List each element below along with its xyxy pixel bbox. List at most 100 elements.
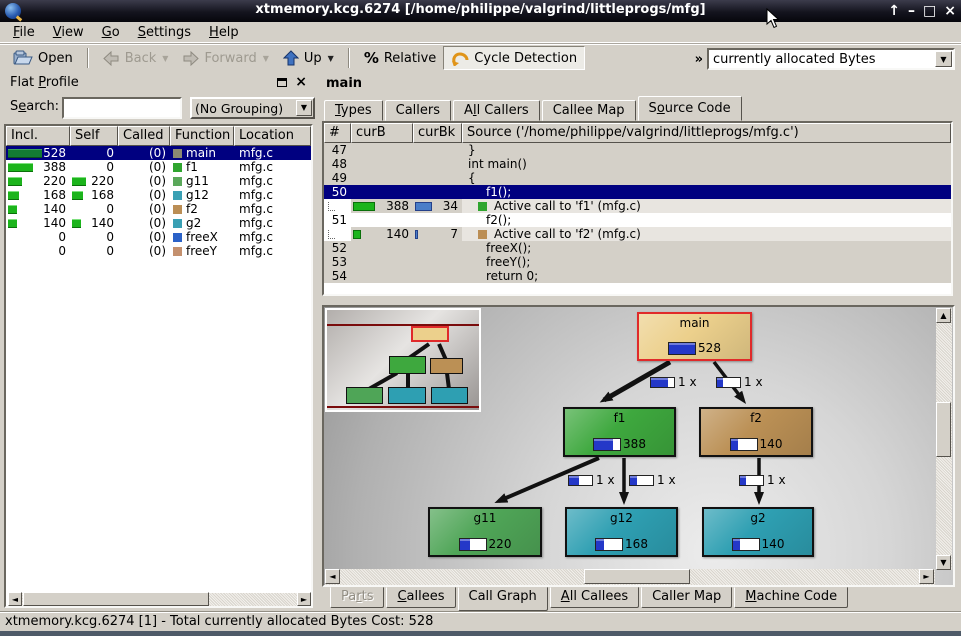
forward-button[interactable]: Forward ▼ — [175, 46, 275, 70]
up-dropdown-icon[interactable]: ▼ — [328, 54, 334, 63]
column-header-function[interactable]: Function — [170, 126, 234, 146]
graph-vscrollbar[interactable]: ▲ ▼ — [936, 308, 952, 570]
menu-help[interactable]: Help — [200, 24, 248, 41]
title-bar[interactable]: xtmemory.kcg.6274 [/home/philippe/valgri… — [0, 0, 961, 22]
source-line-row[interactable]: 51f2(); — [324, 213, 951, 227]
edge-call-count-label: 1 x — [650, 375, 697, 389]
incl-value: 220 — [43, 175, 70, 188]
flat-profile-row-f2[interactable]: 1400(0)f2mfg.c — [6, 202, 311, 216]
minimize-button[interactable]: – — [908, 1, 915, 21]
menu-file[interactable]: File — [4, 24, 44, 41]
tab-all-callees[interactable]: All Callees — [550, 587, 639, 608]
flat-profile-hscrollbar[interactable]: ◄ ► — [8, 593, 311, 606]
scrollbar-thumb[interactable] — [584, 569, 690, 584]
flat-profile-row-freeX[interactable]: 00(0)freeXmfg.c — [6, 230, 311, 244]
column-header-called[interactable]: Called — [118, 126, 170, 146]
node-cost-value: 140 — [762, 537, 785, 551]
source-line-row[interactable]: 50f1(); — [324, 185, 951, 199]
dock-titlebar[interactable]: Flat Profile × — [2, 72, 315, 94]
scroll-right-icon[interactable]: ► — [919, 569, 934, 584]
search-input[interactable] — [62, 97, 182, 119]
column-header-incl[interactable]: Incl. — [6, 126, 70, 146]
shade-button[interactable]: ↑ — [888, 1, 900, 21]
flat-profile-row-f1[interactable]: 3880(0)f1mfg.c — [6, 160, 311, 174]
tab-source-code[interactable]: Source Code — [638, 96, 742, 121]
tab-types[interactable]: Types — [324, 100, 383, 121]
source-line-row[interactable]: 53freeY(); — [324, 255, 951, 269]
tab-machine-code[interactable]: Machine Code — [734, 587, 848, 608]
chevron-down-icon[interactable]: ▼ — [296, 100, 312, 116]
graph-node-g2[interactable]: g2140 — [702, 507, 814, 557]
tab-callee-map[interactable]: Callee Map — [542, 100, 636, 121]
flat-profile-row-g11[interactable]: 220220(0)g11mfg.c — [6, 174, 311, 188]
close-button[interactable]: × — [944, 1, 956, 21]
source-column-header[interactable]: curB — [351, 123, 413, 143]
scroll-left-icon[interactable]: ◄ — [325, 569, 340, 584]
incl-cost-bar — [8, 191, 19, 200]
menu-view[interactable]: View — [44, 24, 93, 41]
edge-cost-bar-fill — [717, 378, 723, 387]
flat-profile-row-g12[interactable]: 168168(0)g12mfg.c — [6, 188, 311, 202]
open-button[interactable]: Open — [6, 46, 80, 70]
scrollbar-thumb[interactable] — [23, 592, 209, 606]
dock-float-icon[interactable] — [277, 78, 287, 87]
source-line-row[interactable]: 47} — [324, 143, 951, 157]
incl-value: 0 — [58, 231, 70, 244]
grouping-select[interactable]: (No Grouping) ▼ — [190, 97, 315, 119]
column-header-self[interactable]: Self — [70, 126, 118, 146]
toolbar-overflow-icon[interactable]: » — [695, 52, 703, 67]
scrollbar-thumb[interactable] — [936, 402, 951, 457]
back-dropdown-icon[interactable]: ▼ — [162, 54, 168, 63]
cycle-arrow-icon — [451, 51, 469, 66]
node-cost-value: 528 — [698, 341, 721, 355]
flat-profile-row-freeY[interactable]: 00(0)freeYmfg.c — [6, 244, 311, 258]
graph-overview-minimap[interactable] — [325, 308, 481, 412]
function-name: g12 — [186, 189, 209, 202]
tab-all-callers[interactable]: All Callers — [453, 100, 540, 121]
back-button[interactable]: Back ▼ — [96, 46, 176, 70]
node-cost-row: 140 — [704, 537, 812, 551]
window-title: xtmemory.kcg.6274 [/home/philippe/valgri… — [0, 2, 961, 17]
tab-parts[interactable]: Parts — [330, 587, 384, 608]
graph-node-g11[interactable]: g11220 — [428, 507, 542, 557]
relative-button[interactable]: % Relative — [357, 46, 443, 70]
tab-caller-map[interactable]: Caller Map — [641, 587, 732, 608]
scroll-up-icon[interactable]: ▲ — [936, 308, 951, 323]
event-type-select[interactable]: currently allocated Bytes ▼ — [707, 48, 955, 70]
up-button[interactable]: Up ▼ — [276, 46, 341, 70]
source-call-row[interactable]: 38834Active call to 'f1' (mfg.c) — [324, 199, 951, 213]
graph-node-f2[interactable]: f2140 — [699, 407, 813, 457]
menu-go[interactable]: Go — [93, 24, 129, 41]
flat-profile-row-main[interactable]: 5280(0)mainmfg.c — [6, 146, 311, 160]
call-graph-panel[interactable]: main528f1388f2140g11220g12168g21401 x1 x… — [322, 305, 955, 587]
source-column-header[interactable]: curBk — [413, 123, 462, 143]
source-line-row[interactable]: 54return 0; — [324, 269, 951, 283]
graph-hscrollbar[interactable]: ◄ ► — [325, 569, 935, 585]
tab-callers[interactable]: Callers — [385, 100, 451, 121]
scroll-down-icon[interactable]: ▼ — [936, 555, 951, 570]
dock-close-icon[interactable]: × — [295, 74, 307, 90]
panel-splitter[interactable] — [315, 72, 322, 608]
source-line-row[interactable]: 52freeX(); — [324, 241, 951, 255]
scroll-left-icon[interactable]: ◄ — [8, 592, 22, 606]
maximize-button[interactable]: □ — [923, 1, 936, 21]
flat-profile-row-g2[interactable]: 140140(0)g2mfg.c — [6, 216, 311, 230]
node-cost-bar-fill — [460, 539, 471, 550]
forward-dropdown-icon[interactable]: ▼ — [263, 54, 269, 63]
scroll-right-icon[interactable]: ► — [297, 592, 311, 606]
tab-call-graph[interactable]: Call Graph — [458, 587, 548, 611]
graph-node-g12[interactable]: g12168 — [565, 507, 678, 557]
graph-node-main[interactable]: main528 — [637, 312, 752, 361]
tab-callees[interactable]: Callees — [386, 587, 455, 608]
column-header-location[interactable]: Location — [234, 126, 311, 146]
source-call-row[interactable]: 1407Active call to 'f2' (mfg.c) — [324, 227, 951, 241]
source-column-header[interactable]: Source ('/home/philippe/valgrind/littlep… — [462, 123, 951, 143]
source-line-row[interactable]: 48int main() — [324, 157, 951, 171]
cycle-detection-button[interactable]: Cycle Detection — [443, 46, 585, 70]
menu-settings[interactable]: Settings — [129, 24, 200, 41]
chevron-down-icon[interactable]: ▼ — [935, 51, 952, 67]
source-line-row[interactable]: 49{ — [324, 171, 951, 185]
graph-node-f1[interactable]: f1388 — [563, 407, 676, 457]
incl-value: 528 — [43, 147, 70, 160]
source-column-header[interactable]: # — [324, 123, 351, 143]
